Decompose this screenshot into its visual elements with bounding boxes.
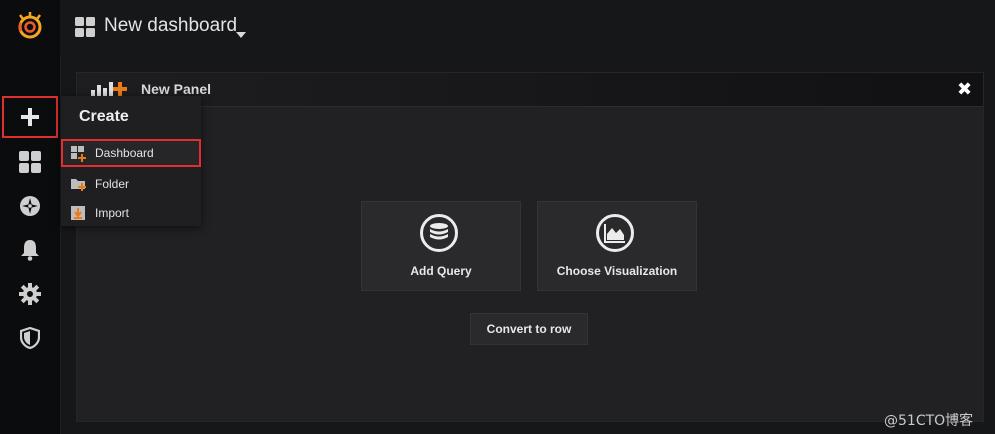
add-query-label: Add Query xyxy=(410,264,472,278)
gear-icon xyxy=(19,283,41,305)
plus-icon xyxy=(21,108,39,126)
configuration-button[interactable] xyxy=(0,274,60,314)
create-button[interactable] xyxy=(0,97,60,137)
grafana-logo[interactable] xyxy=(0,6,60,46)
compass-icon xyxy=(20,196,40,216)
new-panel: New Panel ✖ Add Query Choose Visualizati… xyxy=(76,72,984,422)
import-label: Import xyxy=(95,206,130,220)
create-menu: Create Dashboard Folder Import xyxy=(61,96,201,226)
grid-icon xyxy=(75,17,95,42)
convert-to-row-button[interactable]: Convert to row xyxy=(470,313,588,345)
choose-visualization-label: Choose Visualization xyxy=(556,264,678,278)
alerting-button[interactable] xyxy=(0,230,60,270)
server-admin-button[interactable] xyxy=(0,318,60,358)
dashboard-add-icon xyxy=(71,146,87,167)
dashboards-grid-icon xyxy=(19,151,41,173)
create-dashboard-label: Dashboard xyxy=(95,146,154,160)
sidebar xyxy=(0,0,61,434)
close-icon[interactable]: ✖ xyxy=(957,79,972,100)
import-icon xyxy=(71,206,85,225)
folder-add-icon xyxy=(71,177,87,196)
dashboard-title[interactable]: New dashboard xyxy=(104,15,237,37)
create-folder-item[interactable]: Folder xyxy=(61,170,201,198)
watermark: @51CTO博客 xyxy=(884,413,974,429)
caret-down-icon[interactable] xyxy=(236,25,246,43)
explore-button[interactable] xyxy=(0,186,60,226)
dashboards-button[interactable] xyxy=(0,142,60,182)
create-folder-label: Folder xyxy=(95,177,130,191)
create-menu-header: Create xyxy=(79,108,129,125)
create-dashboard-item[interactable]: Dashboard xyxy=(61,139,201,167)
bell-icon xyxy=(21,240,39,261)
panel-title: New Panel xyxy=(141,81,212,97)
chart-area-icon xyxy=(596,214,634,252)
choose-visualization-button[interactable]: Choose Visualization xyxy=(537,201,697,291)
shield-icon xyxy=(20,327,40,349)
add-query-button[interactable]: Add Query xyxy=(361,201,521,291)
database-icon xyxy=(420,214,458,252)
panel-header: New Panel ✖ xyxy=(77,73,983,107)
import-item[interactable]: Import xyxy=(61,199,201,227)
